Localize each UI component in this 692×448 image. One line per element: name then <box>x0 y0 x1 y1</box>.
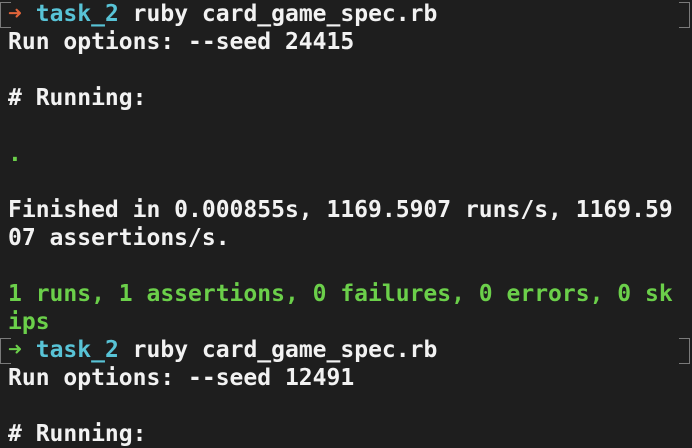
current-directory: task_2 <box>35 1 119 27</box>
prompt-arrow-icon: ➜ <box>8 1 22 27</box>
command-text: ruby card_game_spec.rb <box>132 337 438 363</box>
terminal-window[interactable]: ➜ task_2 ruby card_game_spec.rb Run opti… <box>0 0 692 447</box>
summary-line-2: ips <box>8 309 50 335</box>
test-progress-dot: . <box>8 141 22 167</box>
prompt-mark-right <box>679 338 690 364</box>
command-text: ruby card_game_spec.rb <box>132 1 438 27</box>
prompt-line: ➜ task_2 ruby card_game_spec.rb <box>8 0 437 28</box>
summary-line-1: 1 runs, 1 assertions, 0 failures, 0 erro… <box>8 281 673 307</box>
run-options-line: Run options: --seed 12491 <box>8 365 355 391</box>
prompt-mark-right <box>679 2 690 28</box>
prompt-line: ➜ task_2 ruby card_game_spec.rb <box>8 336 437 364</box>
running-header: # Running: <box>8 85 147 111</box>
current-directory: task_2 <box>35 337 119 363</box>
running-header: # Running: <box>8 421 147 447</box>
finished-line-2: 07 assertions/s. <box>8 225 230 251</box>
finished-line-1: Finished in 0.000855s, 1169.5907 runs/s,… <box>8 197 673 223</box>
run-options-line: Run options: --seed 24415 <box>8 29 355 55</box>
prompt-arrow-icon: ➜ <box>8 337 22 363</box>
